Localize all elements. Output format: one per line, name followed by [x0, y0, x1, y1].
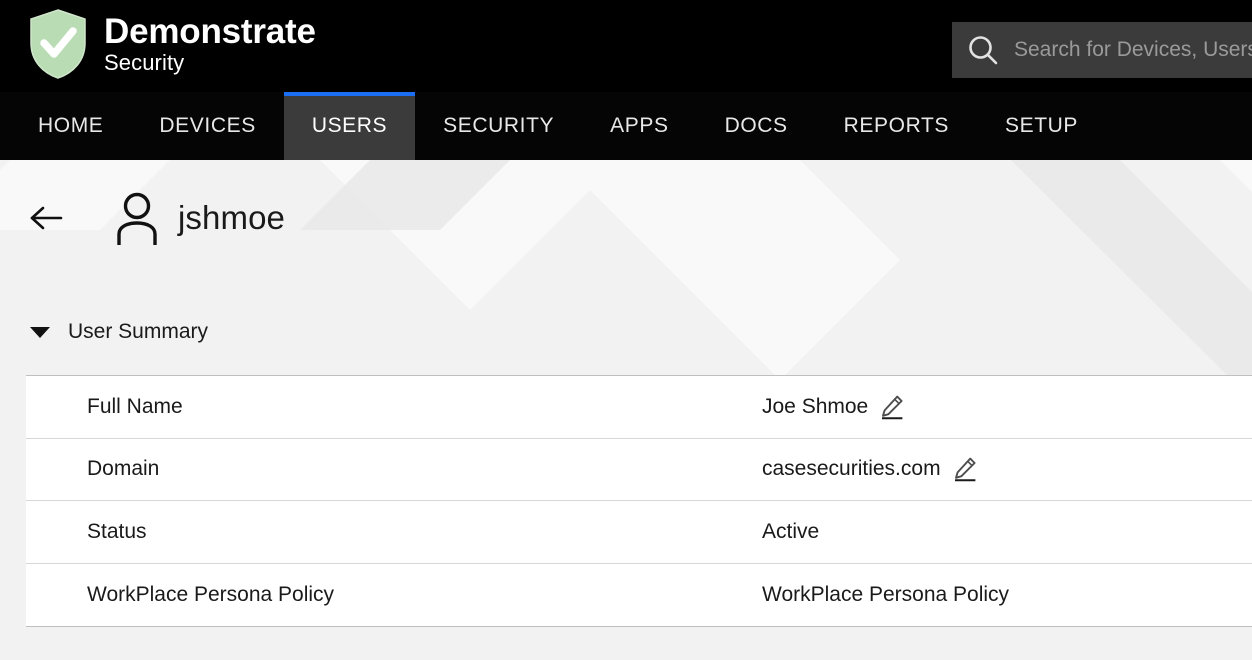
nav-item-security[interactable]: SECURITY — [415, 92, 582, 160]
table-row: Domain casesecurities.com — [26, 439, 1252, 501]
row-value: casesecurities.com — [762, 457, 941, 481]
search-input[interactable] — [1014, 38, 1252, 62]
nav-item-home[interactable]: HOME — [10, 92, 131, 160]
user-summary-section-header[interactable]: User Summary — [0, 318, 208, 346]
page-title: jshmoe — [178, 199, 285, 236]
brand-title: Demonstrate — [104, 12, 316, 51]
row-value: Active — [762, 519, 820, 543]
row-label: WorkPlace Persona Policy — [87, 582, 335, 606]
nav-item-reports[interactable]: REPORTS — [816, 92, 977, 160]
row-value: Joe Shmoe — [762, 394, 869, 418]
row-label: Full Name — [87, 394, 183, 418]
caret-down-icon[interactable] — [26, 318, 54, 346]
nav-item-users[interactable]: USERS — [283, 92, 416, 160]
nav-label: SETUP — [1005, 114, 1079, 137]
global-search[interactable] — [952, 22, 1252, 78]
nav-label: DOCS — [724, 114, 788, 137]
user-summary-table: Full Name Joe Shmoe Domain casesecuritie… — [26, 375, 1252, 627]
search-icon — [952, 22, 1014, 78]
nav-item-apps[interactable]: APPS — [582, 92, 696, 160]
pencil-edit-icon[interactable] — [951, 456, 979, 482]
brand-subtitle: Security — [104, 50, 185, 75]
table-row: Full Name Joe Shmoe — [26, 376, 1252, 439]
row-label: Domain — [87, 457, 160, 481]
nav-item-devices[interactable]: DEVICES — [131, 92, 283, 160]
row-value-cell: casesecurities.com — [762, 456, 1252, 482]
page-content: jshmoe User Summary Full Name Joe Shmoe — [0, 160, 1252, 660]
brand-logo[interactable]: Demonstrate Security — [26, 6, 316, 82]
arrow-left-icon[interactable] — [26, 198, 66, 238]
user-avatar-icon — [114, 192, 160, 245]
nav-label: SECURITY — [443, 114, 555, 137]
nav-label: APPS — [610, 114, 669, 137]
app-header: Demonstrate Security — [0, 0, 1252, 92]
user-page-header: jshmoe — [0, 188, 285, 248]
section-title: User Summary — [68, 320, 209, 343]
nav-item-docs[interactable]: DOCS — [697, 92, 816, 160]
row-value-cell: Active — [762, 520, 1252, 544]
row-label: Status — [87, 519, 147, 543]
nav-item-setup[interactable]: SETUP — [977, 92, 1106, 160]
main-navigation: HOME DEVICES USERS SECURITY APPS DOCS RE… — [0, 92, 1252, 160]
row-value-cell: WorkPlace Persona Policy — [762, 583, 1252, 607]
table-row: Status Active — [26, 501, 1252, 564]
nav-label: DEVICES — [159, 114, 256, 137]
nav-label: HOME — [38, 114, 104, 137]
table-row: WorkPlace Persona Policy WorkPlace Perso… — [26, 564, 1252, 627]
pencil-edit-icon[interactable] — [878, 394, 906, 420]
nav-label: REPORTS — [843, 114, 950, 137]
nav-label: USERS — [311, 114, 388, 137]
row-value: WorkPlace Persona Policy — [762, 582, 1010, 606]
row-value-cell: Joe Shmoe — [762, 394, 1252, 420]
shield-check-icon — [26, 6, 90, 82]
